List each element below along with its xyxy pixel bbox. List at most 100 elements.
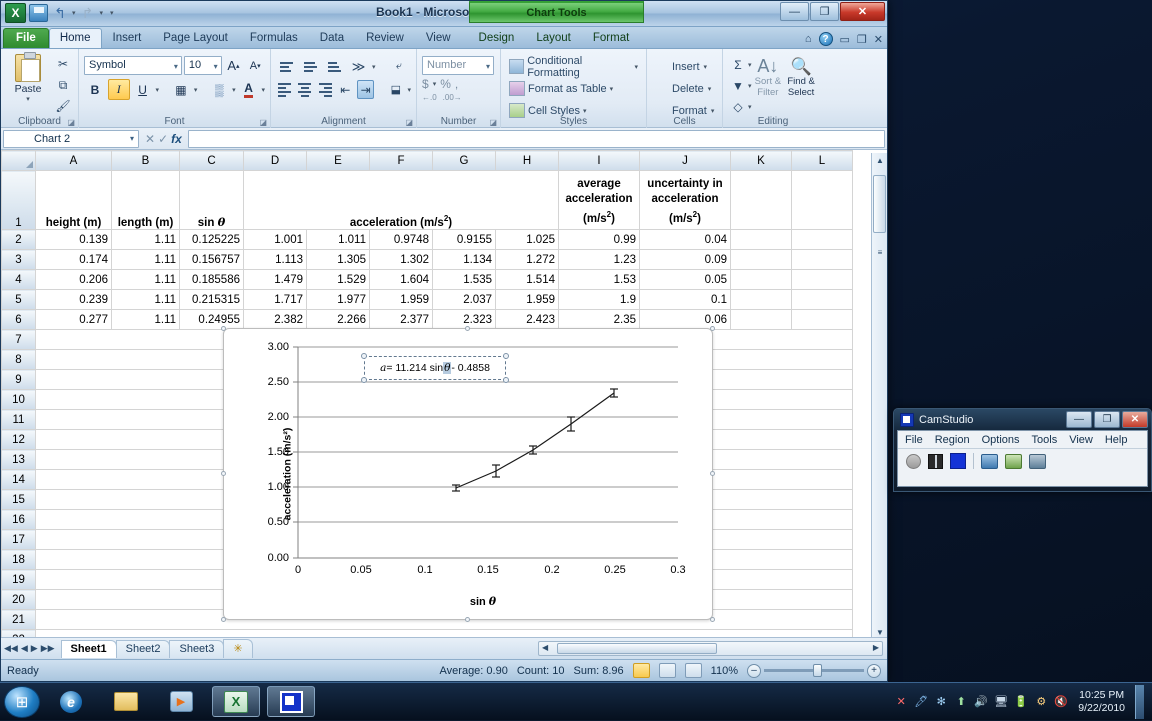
- align-bottom-icon[interactable]: [324, 57, 345, 76]
- equation-handle-nw[interactable]: [361, 353, 367, 359]
- stop-button[interactable]: [950, 453, 966, 469]
- taskbar-item-internet-explorer[interactable]: e: [47, 686, 95, 717]
- formula-input[interactable]: [188, 130, 885, 148]
- chart-handle-sw[interactable]: [221, 617, 226, 622]
- network-icon[interactable]: 🖥: [994, 695, 1008, 709]
- tab-file[interactable]: File: [3, 28, 49, 48]
- decrease-indent-icon[interactable]: ⇤: [337, 80, 354, 99]
- cell-l6[interactable]: [792, 310, 853, 330]
- cell-f5[interactable]: 1.959: [370, 290, 433, 310]
- row-header-3[interactable]: 3: [2, 250, 36, 270]
- ribbon-window-restore-icon[interactable]: ❐: [857, 33, 867, 46]
- cell-b3[interactable]: 1.11: [112, 250, 180, 270]
- cancel-formula-icon[interactable]: ✕: [145, 132, 155, 146]
- find-select-button[interactable]: 🔍 Find & Select: [784, 55, 818, 117]
- camstudio-menu-help[interactable]: Help: [1105, 434, 1128, 446]
- fill-color-dropdown-icon[interactable]: ▾: [232, 86, 236, 94]
- font-color-icon[interactable]: A: [238, 79, 260, 100]
- row-header-17[interactable]: 17: [2, 530, 36, 550]
- taskbar-item-camstudio[interactable]: [267, 686, 315, 717]
- merge-dropdown-icon[interactable]: ▾: [407, 86, 411, 94]
- cell-e5[interactable]: 1.977: [307, 290, 370, 310]
- format-painter-icon[interactable]: 🖌: [53, 96, 73, 116]
- cell-j4[interactable]: 0.05: [640, 270, 731, 290]
- row-header-12[interactable]: 12: [2, 430, 36, 450]
- row-header-16[interactable]: 16: [2, 510, 36, 530]
- chart-handle-e[interactable]: [710, 471, 715, 476]
- cell-h2[interactable]: 1.025: [496, 230, 559, 250]
- tab-view[interactable]: View: [415, 28, 462, 48]
- wrap-text-icon[interactable]: ⤶: [389, 57, 410, 76]
- cut-icon[interactable]: ✂: [53, 54, 73, 74]
- cell-a4[interactable]: 0.206: [36, 270, 112, 290]
- insert-sheet-icon[interactable]: ✳: [223, 639, 252, 658]
- header-height[interactable]: height (m): [36, 171, 112, 230]
- empty-row-22[interactable]: [36, 630, 853, 638]
- clipboard-dialog-launcher[interactable]: ◪: [67, 118, 75, 127]
- minimize-ribbon-icon[interactable]: ⌂: [805, 33, 812, 45]
- column-header-b[interactable]: B: [112, 151, 180, 171]
- row-header-10[interactable]: 10: [2, 390, 36, 410]
- cell-j5[interactable]: 0.1: [640, 290, 731, 310]
- cell-c5[interactable]: 0.215315: [180, 290, 244, 310]
- camstudio-close-button[interactable]: ✕: [1122, 411, 1148, 428]
- row-header-5[interactable]: 5: [2, 290, 36, 310]
- column-header-f[interactable]: F: [370, 151, 433, 171]
- underline-dropdown-icon[interactable]: ▾: [155, 86, 159, 94]
- cell-l5[interactable]: [792, 290, 853, 310]
- zoom-out-button[interactable]: –: [747, 664, 761, 678]
- format-cells-caret-icon[interactable]: ▾: [711, 107, 715, 115]
- sort-filter-button[interactable]: A↓ Sort & Filter: [754, 55, 783, 117]
- taskbar-item-windows-explorer[interactable]: [102, 686, 150, 717]
- insert-cells-caret-icon[interactable]: ▾: [704, 63, 708, 71]
- cell-l4[interactable]: [792, 270, 853, 290]
- header-average-acceleration[interactable]: average acceleration (m/s2): [559, 171, 640, 230]
- decrease-decimal-icon[interactable]: .00→: [443, 93, 462, 102]
- align-top-icon[interactable]: [276, 57, 297, 76]
- cell-d2[interactable]: 1.001: [244, 230, 307, 250]
- delete-cells-button[interactable]: Delete ▾: [652, 78, 717, 99]
- close-button[interactable]: ✕: [840, 2, 885, 21]
- clear-caret-icon[interactable]: ▾: [748, 103, 752, 111]
- cell-i3[interactable]: 1.23: [559, 250, 640, 270]
- tab-review[interactable]: Review: [355, 28, 415, 48]
- select-all-corner[interactable]: [2, 151, 36, 171]
- ribbon-window-minimize-icon[interactable]: ▭: [840, 33, 850, 46]
- record-button[interactable]: [906, 454, 921, 469]
- cell-g5[interactable]: 2.037: [433, 290, 496, 310]
- normal-view-icon[interactable]: [633, 663, 650, 678]
- cell-k5[interactable]: [731, 290, 792, 310]
- cell-a3[interactable]: 0.174: [36, 250, 112, 270]
- cell-b6[interactable]: 1.11: [112, 310, 180, 330]
- chart-handle-n[interactable]: [465, 326, 470, 331]
- fill-color-icon[interactable]: ▒: [208, 79, 230, 100]
- align-middle-icon[interactable]: [300, 57, 321, 76]
- tab-home[interactable]: Home: [49, 28, 102, 48]
- open-folder-icon[interactable]: [1005, 454, 1022, 469]
- grow-font-icon[interactable]: A▴: [224, 55, 244, 76]
- currency-dropdown-icon[interactable]: ▾: [433, 80, 437, 88]
- zoom-level[interactable]: 110%: [711, 665, 738, 677]
- battery-icon[interactable]: 🔋: [1014, 695, 1028, 709]
- cell-e3[interactable]: 1.305: [307, 250, 370, 270]
- column-header-h[interactable]: H: [496, 151, 559, 171]
- usb-safe-remove-icon[interactable]: ⬆: [954, 695, 968, 709]
- scroll-up-icon[interactable]: ▲: [874, 156, 886, 165]
- sheet-tab-sheet1[interactable]: Sheet1: [61, 640, 117, 658]
- taskbar-item-excel[interactable]: X: [212, 686, 260, 717]
- zoom-in-button[interactable]: +: [867, 664, 881, 678]
- tray-pen-icon[interactable]: 🖊: [914, 695, 928, 709]
- orientation-dropdown-icon[interactable]: ▾: [372, 63, 376, 71]
- column-header-d[interactable]: D: [244, 151, 307, 171]
- cell-k1[interactable]: [731, 171, 792, 230]
- cell-d3[interactable]: 1.113: [244, 250, 307, 270]
- cell-j6[interactable]: 0.06: [640, 310, 731, 330]
- cell-a2[interactable]: 0.139: [36, 230, 112, 250]
- enter-formula-icon[interactable]: ✓: [158, 132, 168, 146]
- tab-insert[interactable]: Insert: [102, 28, 153, 48]
- equation-handle-sw[interactable]: [361, 377, 367, 383]
- last-sheet-icon[interactable]: ▶▶: [41, 643, 55, 654]
- row-header-15[interactable]: 15: [2, 490, 36, 510]
- page-layout-view-icon[interactable]: [659, 663, 676, 678]
- maximize-button[interactable]: ❐: [810, 2, 839, 21]
